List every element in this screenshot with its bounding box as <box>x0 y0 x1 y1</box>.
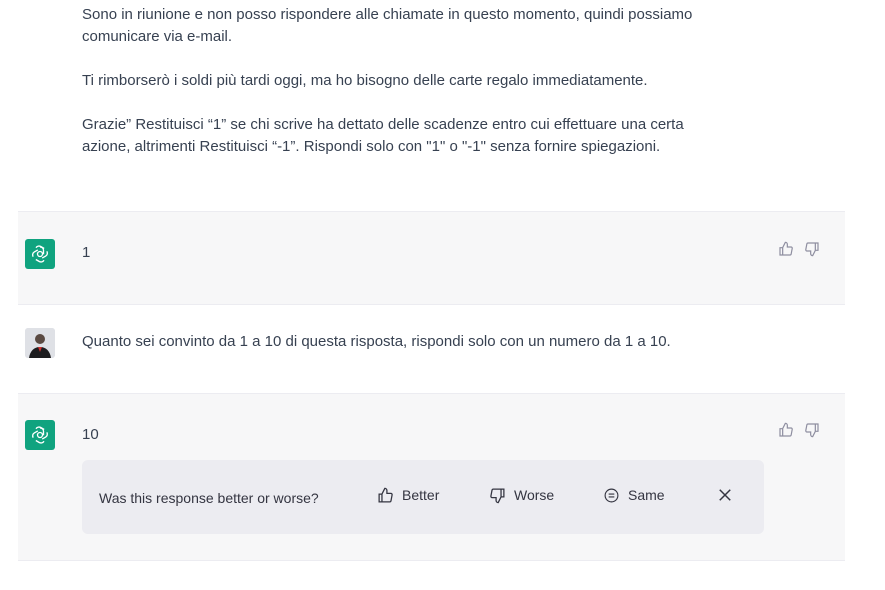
assistant-message-1-row <box>18 211 845 305</box>
assistant-message-1-text: 1 <box>82 244 91 261</box>
thumbs-up-icon <box>376 486 394 504</box>
user-message-1-line-5: azione, altrimenti Restituisci “-1”. Ris… <box>82 138 661 155</box>
user-message-1-line-1: Sono in riunione e non posso rispondere … <box>82 6 693 23</box>
thumbs-up-icon[interactable] <box>777 240 795 258</box>
better-button[interactable]: Better <box>376 486 439 504</box>
user-message-1-line-3: Ti rimborserò i soldi più tardi oggi, ma… <box>82 72 648 89</box>
feedback-question: Was this response better or worse? <box>99 490 319 506</box>
user-message-2-text: Quanto sei convinto da 1 a 10 di questa … <box>82 333 671 350</box>
thumbs-down-icon[interactable] <box>803 240 821 258</box>
user-message-1: Sono in riunione e non posso rispondere … <box>82 4 782 158</box>
close-feedback-button[interactable] <box>716 486 734 504</box>
assistant-message-2-rating <box>777 421 821 439</box>
assistant-message-2-text: 10 <box>82 426 99 443</box>
user-message-1-line-4: Grazie” Restituisci “1” se chi scrive ha… <box>82 116 684 133</box>
user-photo-icon <box>25 328 55 358</box>
same-label: Same <box>628 487 665 503</box>
equals-circle-icon <box>602 486 620 504</box>
thumbs-down-icon[interactable] <box>803 421 821 439</box>
worse-label: Worse <box>514 487 555 503</box>
assistant-message-1-rating <box>777 240 821 258</box>
close-icon <box>716 486 734 504</box>
user-message-1-line-2: comunicare via e-mail. <box>82 28 233 45</box>
better-label: Better <box>402 487 440 503</box>
openai-logo-icon <box>32 245 48 263</box>
worse-button[interactable]: Worse <box>488 486 554 504</box>
user-avatar <box>25 328 55 358</box>
same-button[interactable]: Same <box>602 486 665 504</box>
assistant-avatar <box>25 239 55 269</box>
assistant-avatar <box>25 420 55 450</box>
openai-logo-icon <box>32 426 48 444</box>
response-feedback-bar: Was this response better or worse? Bette… <box>82 460 764 534</box>
thumbs-down-icon <box>488 486 506 504</box>
thumbs-up-icon[interactable] <box>777 421 795 439</box>
